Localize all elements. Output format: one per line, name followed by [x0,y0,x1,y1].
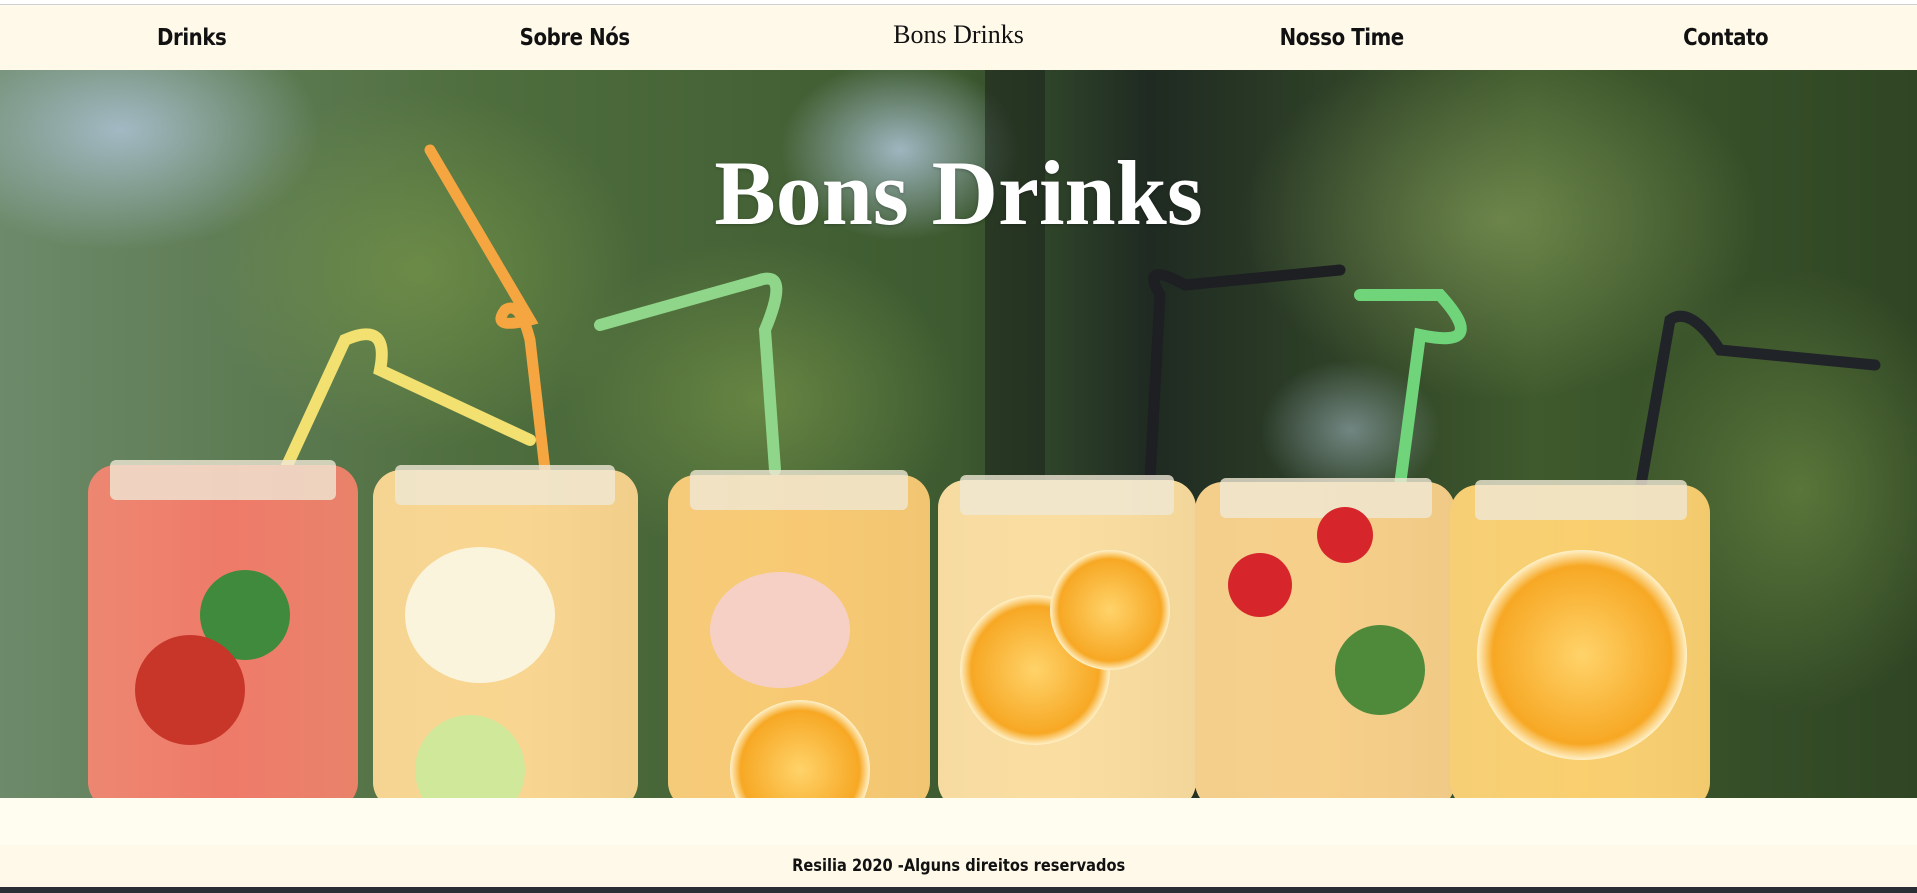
nav-brand-logo[interactable]: Bons Drinks [767,20,1150,50]
top-navbar: Drinks Sobre Nós Bons Drinks Nosso Time … [0,6,1917,70]
bottom-bar [0,887,1917,893]
nav-link-sobre-nos[interactable]: Sobre Nós [410,25,740,51]
page-footer: Resilia 2020 -Alguns direitos reservados [0,845,1917,887]
footer-copyright: Resilia 2020 -Alguns direitos reservados [791,856,1126,876]
hero-title: Bons Drinks [714,142,1203,244]
nav-link-drinks[interactable]: Drinks [27,25,357,51]
nav-link-contato[interactable]: Contato [1560,25,1890,51]
browser-top-edge [0,0,1917,5]
nav-link-nosso-time[interactable]: Nosso Time [1177,25,1507,51]
hero-banner: Bons Drinks [0,70,1917,798]
